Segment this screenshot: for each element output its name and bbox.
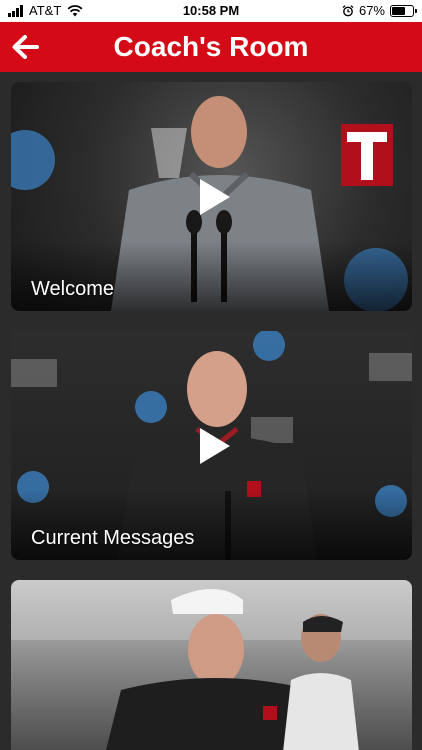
video-card-3[interactable] [11, 580, 412, 750]
sideline-coach-image [11, 580, 412, 750]
video-title: Current Messages [31, 527, 195, 549]
status-right: 67% [342, 3, 417, 18]
battery-percentage: 67% [358, 3, 385, 18]
status-bar: AT&T 10:58 PM 67% [0, 0, 422, 22]
nav-bar: Coach's Room [0, 22, 422, 72]
play-icon [199, 427, 230, 464]
alarm-icon [342, 4, 354, 16]
play-icon [199, 178, 230, 215]
page-title: Coach's Room [113, 31, 309, 62]
video-card-welcome[interactable]: Welcome [11, 82, 412, 311]
video-thumbnail [11, 580, 412, 750]
battery-fill [392, 6, 406, 15]
battery-icon [390, 4, 417, 17]
video-title: Welcome [31, 278, 114, 300]
video-card-current-messages[interactable]: Current Messages [11, 331, 412, 560]
